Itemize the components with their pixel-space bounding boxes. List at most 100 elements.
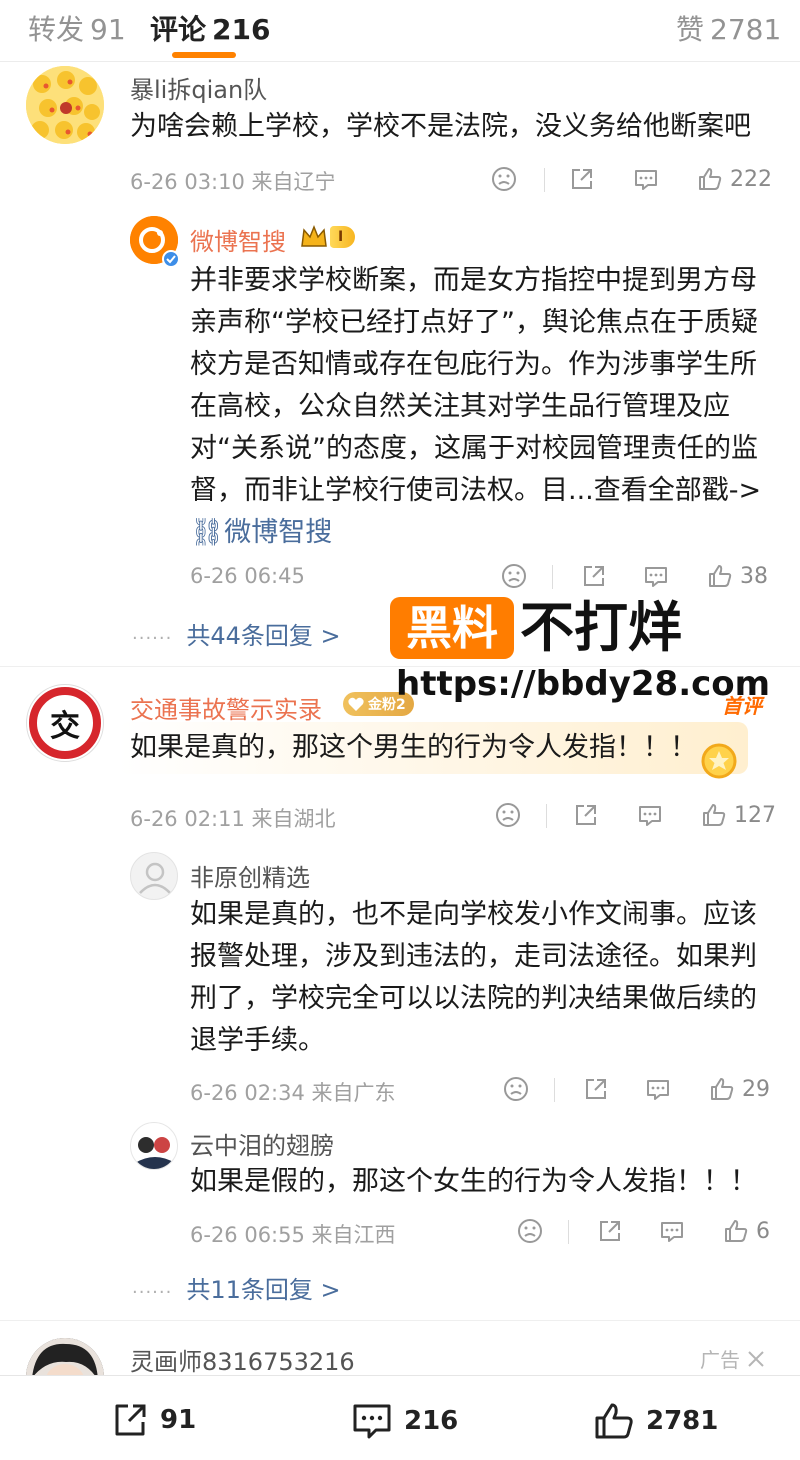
sad-face-icon <box>518 1219 542 1243</box>
tab-comments-label: 评论 <box>150 13 207 46</box>
bottom-action-bar: 91 216 2781 <box>0 1375 800 1460</box>
close-icon[interactable] <box>746 1349 766 1369</box>
comment-actions: 222 <box>490 165 790 195</box>
share-button[interactable] <box>596 1217 624 1245</box>
share-icon <box>572 169 592 189</box>
tab-likes-label: 赞 <box>676 13 705 46</box>
like-button[interactable]: 38 <box>706 562 768 590</box>
comment-divider <box>0 1320 800 1321</box>
like-button[interactable]: 29 <box>708 1075 770 1103</box>
like-count: 2781 <box>646 1406 719 1436</box>
watermark-url: https://bbdy28.com <box>396 664 771 704</box>
dislike-button[interactable] <box>502 1075 530 1103</box>
reply-meta: 6-26 06:45 <box>190 564 305 588</box>
thumbs-up-icon <box>711 1078 734 1100</box>
sad-face-icon <box>492 167 516 191</box>
sad-face-icon <box>504 1077 528 1101</box>
reply-username[interactable]: 云中泪的翅膀 <box>190 1126 334 1161</box>
reply-button[interactable] <box>644 1075 672 1103</box>
like-count: 38 <box>740 563 768 589</box>
member-level: I <box>330 226 356 248</box>
watermark-brand-part1: 黑料 <box>390 597 514 659</box>
comment-bubble-icon <box>661 1222 683 1242</box>
avatar[interactable] <box>130 852 178 900</box>
comment-bubble-icon <box>635 170 657 190</box>
comment-username[interactable]: 交通事故警示实录 <box>130 690 322 725</box>
like-count: 29 <box>742 1076 770 1102</box>
like-count: 222 <box>730 166 772 192</box>
comment-username[interactable]: 灵画师8316753216 <box>130 1342 355 1377</box>
repost-button[interactable]: 91 <box>110 1400 196 1440</box>
comment-meta: 6-26 02:11 来自湖北 <box>130 807 336 831</box>
reply-button[interactable] <box>636 801 664 829</box>
dislike-button[interactable] <box>500 562 528 590</box>
reply-text: 并非要求学校断案，而是女方指控中提到男方母亲声称“学校已经打点好了”，舆论焦点在… <box>190 260 780 554</box>
active-tab-indicator <box>172 52 236 58</box>
dots-decoration: ······ <box>132 1282 173 1303</box>
share-icon <box>584 566 604 586</box>
reply-actions: 29 <box>502 1075 792 1105</box>
like-count: 127 <box>734 802 776 828</box>
share-icon <box>115 1404 146 1436</box>
reply-text: 如果是真的，也不是向学校发小作文闹事。应该报警处理，涉及到违法的，走司法途径。如… <box>190 899 757 1056</box>
share-button[interactable] <box>580 562 608 590</box>
dislike-button[interactable] <box>494 801 522 829</box>
reply-username[interactable]: 非原创精选 <box>190 858 310 893</box>
share-icon <box>586 1079 606 1099</box>
divider <box>554 1078 555 1102</box>
share-button[interactable] <box>568 165 596 193</box>
divider <box>544 168 545 192</box>
comment-count: 216 <box>404 1406 459 1436</box>
share-button[interactable] <box>582 1075 610 1103</box>
tab-repost-label: 转发 <box>28 13 85 46</box>
comment-bubble-icon <box>353 1404 391 1439</box>
share-icon <box>576 805 596 825</box>
dislike-button[interactable] <box>516 1217 544 1245</box>
ad-label-text: 广告 <box>700 1348 740 1372</box>
like-button[interactable]: 6 <box>722 1217 770 1245</box>
comment-text: 为啥会赖上学校，学校不是法院，没义务给他断案吧 <box>130 111 751 142</box>
thumbs-up-icon <box>699 168 722 190</box>
reply-link-label: 微博智搜 <box>224 517 333 548</box>
tab-likes-count: 2781 <box>710 13 782 46</box>
comment-actions: 127 <box>494 801 790 831</box>
verified-badge-icon <box>162 250 180 268</box>
more-replies-link[interactable]: ······ 共44条回复 > <box>132 616 341 651</box>
comment-username[interactable]: 暴li拆qian队 <box>130 70 267 105</box>
avatar[interactable] <box>130 1122 178 1170</box>
reply-link[interactable]: ⛓微博智搜 <box>190 517 332 548</box>
dislike-button[interactable] <box>490 165 518 193</box>
like-button[interactable]: 127 <box>700 801 776 829</box>
like-button[interactable]: 222 <box>696 165 772 193</box>
reply-meta: 6-26 06:55 来自江西 <box>190 1223 396 1247</box>
share-button[interactable] <box>572 801 600 829</box>
ad-label: 广告 <box>700 1344 766 1373</box>
more-replies-link[interactable]: ······ 共11条回复 > <box>132 1270 341 1305</box>
reply-button[interactable] <box>658 1217 686 1245</box>
tab-likes[interactable]: 赞 2781 <box>676 8 781 48</box>
reply-button[interactable] <box>642 562 670 590</box>
like-button[interactable]: 2781 <box>592 1400 718 1442</box>
reply-button[interactable] <box>632 165 660 193</box>
fan-heart-icon <box>348 697 364 711</box>
comment-tabs: 转发 91 评论 216 赞 2781 <box>0 0 800 62</box>
reply-username[interactable]: 微博智搜 <box>190 222 286 257</box>
star-badge-icon <box>701 743 737 779</box>
thumbs-up-icon <box>703 804 726 826</box>
reply-meta: 6-26 02:34 来自广东 <box>190 1081 396 1105</box>
tab-comments[interactable]: 评论 216 <box>150 8 270 48</box>
comment-button[interactable]: 216 <box>350 1400 458 1442</box>
default-user-icon <box>139 862 171 894</box>
tab-repost[interactable]: 转发 91 <box>28 8 126 48</box>
divider <box>568 1220 569 1244</box>
watermark-brand: 黑料 不打烊 <box>390 595 710 661</box>
avatar-text: 交 <box>50 709 80 744</box>
divider <box>552 565 553 589</box>
reply-text: 如果是假的，那这个女生的行为令人发指！！！ <box>190 1166 757 1197</box>
avatar[interactable] <box>26 66 104 144</box>
thumbs-up-icon <box>595 1403 633 1439</box>
avatar[interactable]: 交 <box>26 684 104 762</box>
thumbs-up-icon <box>725 1220 748 1242</box>
character-avatar-icon <box>135 1137 175 1169</box>
comment-bubble-icon <box>647 1080 669 1100</box>
